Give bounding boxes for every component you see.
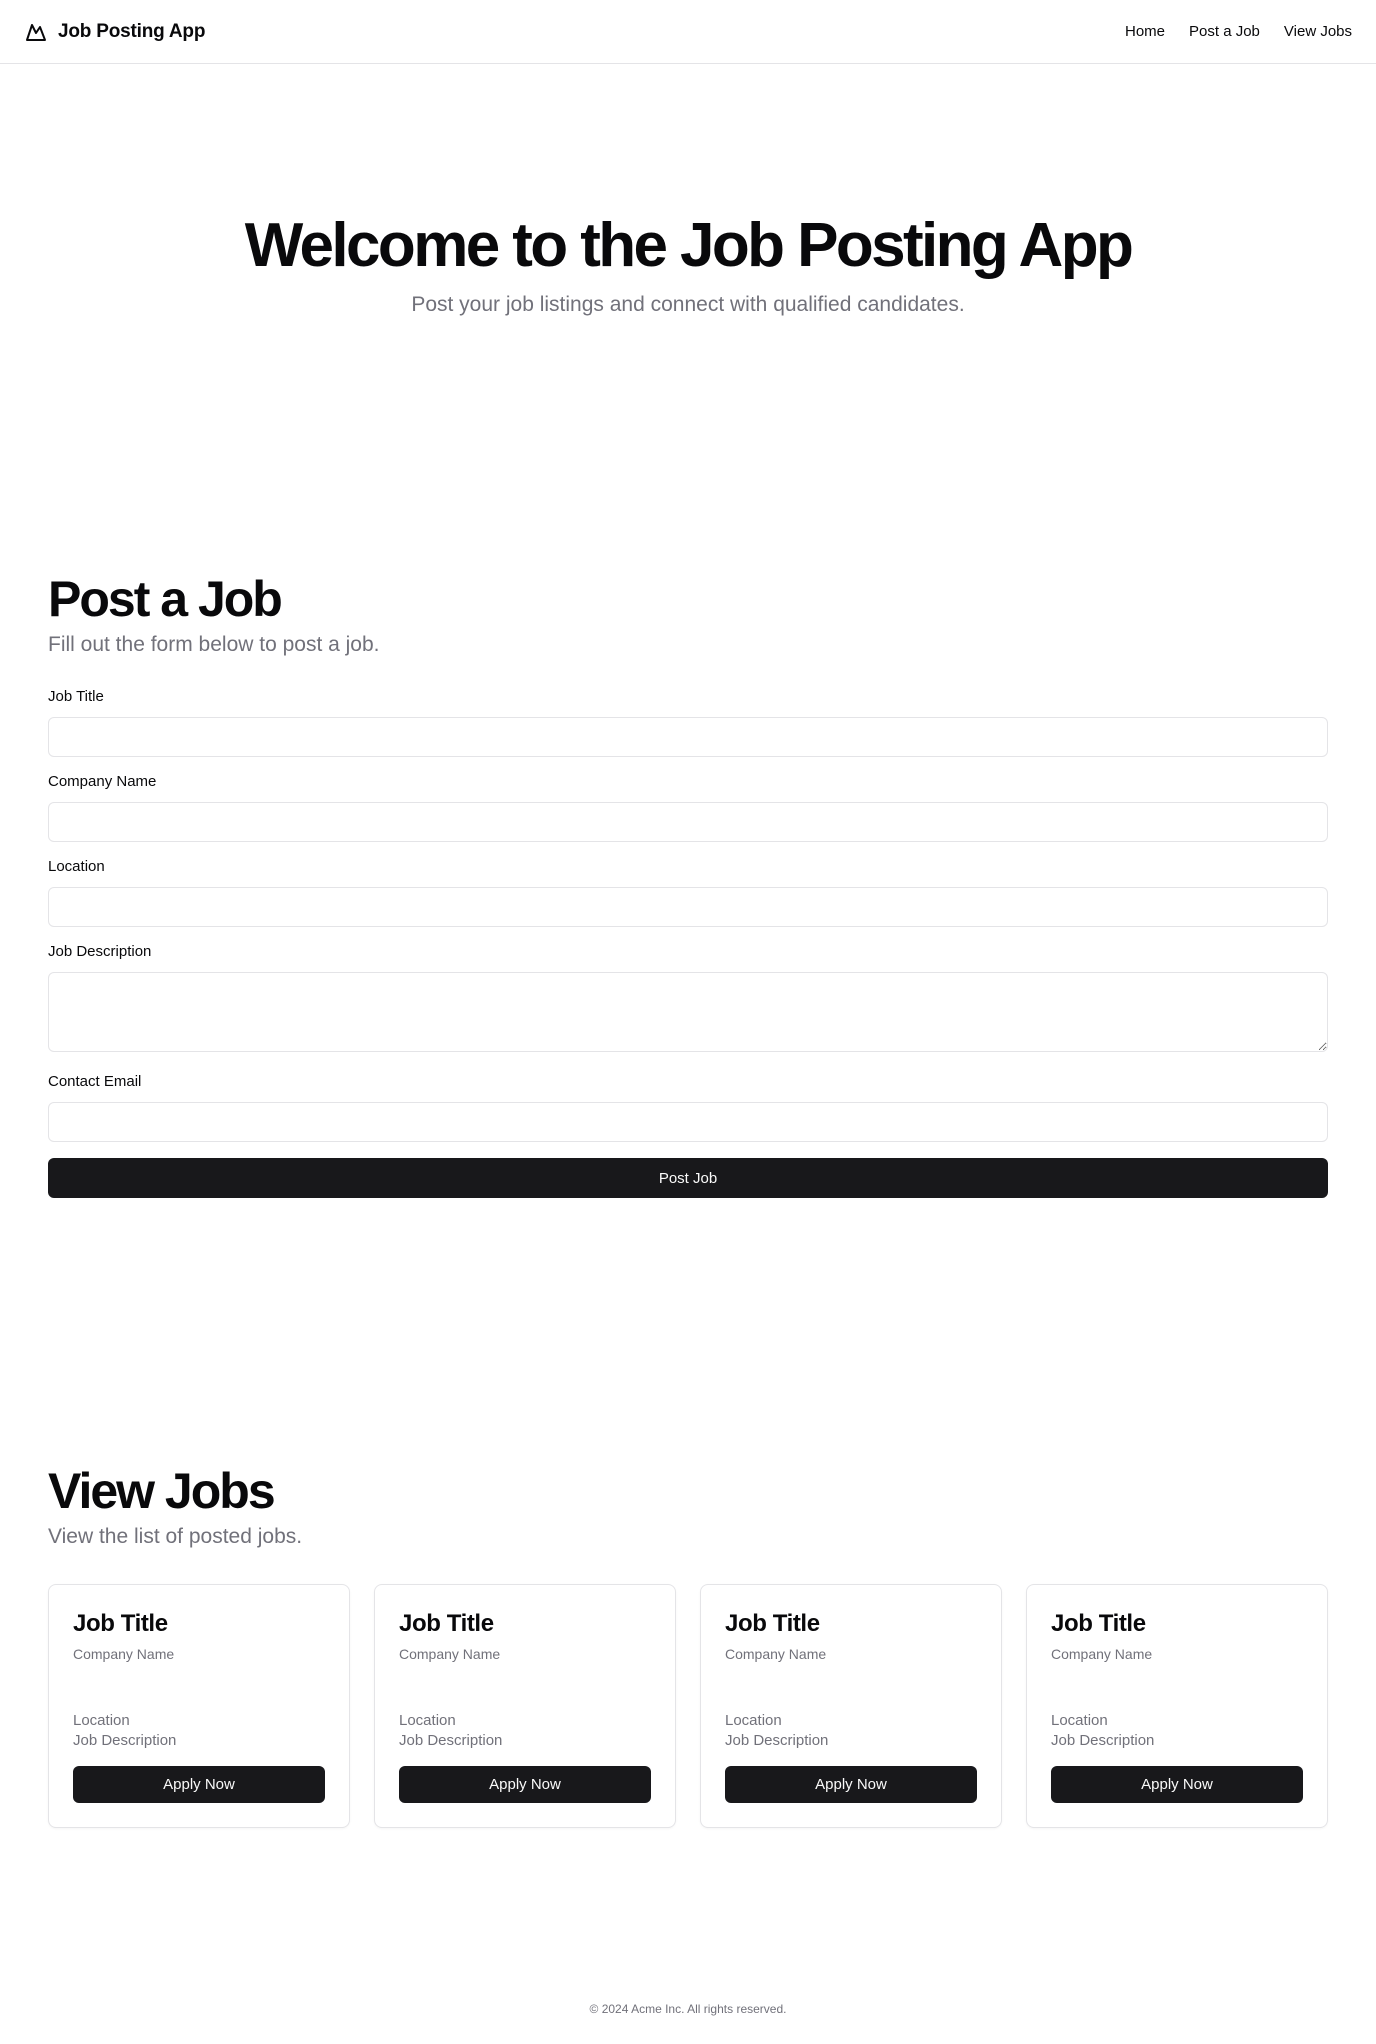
job-card-title: Job Title bbox=[725, 1610, 820, 1637]
job-description-textarea[interactable] bbox=[48, 972, 1328, 1052]
job-card-location: Location bbox=[1051, 1712, 1108, 1729]
job-card-title: Job Title bbox=[1051, 1610, 1146, 1637]
post-job-form: Job Title Company Name Location Job Desc… bbox=[48, 688, 1328, 1198]
company-name-label: Company Name bbox=[48, 773, 157, 790]
apply-now-button[interactable]: Apply Now bbox=[399, 1766, 651, 1803]
job-title-label: Job Title bbox=[48, 688, 104, 705]
post-job-section: Post a Job Fill out the form below to po… bbox=[48, 568, 1328, 1198]
brand-link[interactable]: Job Posting App bbox=[24, 20, 205, 44]
job-description-field-group: Job Description bbox=[48, 943, 1328, 1057]
view-jobs-subtitle: View the list of posted jobs. bbox=[48, 1525, 303, 1548]
job-card-company: Company Name bbox=[73, 1646, 175, 1662]
job-card-location: Location bbox=[73, 1712, 130, 1729]
company-name-input[interactable] bbox=[48, 802, 1328, 842]
job-card-description: Job Description bbox=[1051, 1732, 1155, 1749]
location-input[interactable] bbox=[48, 887, 1328, 927]
job-card-description: Job Description bbox=[725, 1732, 829, 1749]
view-jobs-section: View Jobs View the list of posted jobs. … bbox=[48, 1460, 1328, 1828]
job-title-field-group: Job Title bbox=[48, 688, 1328, 757]
location-field-group: Location bbox=[48, 858, 1328, 927]
apply-now-button[interactable]: Apply Now bbox=[73, 1766, 325, 1803]
view-jobs-title: View Jobs bbox=[48, 1463, 276, 1519]
job-card: Job Title Company Name Location Job Desc… bbox=[48, 1584, 350, 1828]
contact-email-field-group: Contact Email bbox=[48, 1073, 1328, 1142]
company-name-field-group: Company Name bbox=[48, 773, 1328, 842]
job-card-title: Job Title bbox=[73, 1610, 168, 1637]
job-card-description: Job Description bbox=[399, 1732, 503, 1749]
footer-copyright: © 2024 Acme Inc. All rights reserved. bbox=[589, 2002, 787, 2016]
job-card-company: Company Name bbox=[725, 1646, 827, 1662]
job-description-label: Job Description bbox=[48, 943, 152, 960]
apply-now-button[interactable]: Apply Now bbox=[1051, 1766, 1303, 1803]
hero-section: Welcome to the Job Posting App Post your… bbox=[0, 210, 1376, 320]
job-title-input[interactable] bbox=[48, 717, 1328, 757]
footer: © 2024 Acme Inc. All rights reserved. bbox=[0, 2002, 1376, 2016]
job-card-description: Job Description bbox=[73, 1732, 177, 1749]
job-card: Job Title Company Name Location Job Desc… bbox=[1026, 1584, 1328, 1828]
nav-view-jobs-link[interactable]: View Jobs bbox=[1284, 23, 1352, 40]
top-header: Job Posting App Home Post a Job View Job… bbox=[0, 0, 1376, 64]
job-card: Job Title Company Name Location Job Desc… bbox=[700, 1584, 1002, 1828]
mountain-icon bbox=[24, 20, 48, 44]
hero-title: Welcome to the Job Posting App bbox=[244, 211, 1134, 280]
job-card-title: Job Title bbox=[399, 1610, 494, 1637]
post-job-title: Post a Job bbox=[48, 571, 283, 627]
jobs-grid: Job Title Company Name Location Job Desc… bbox=[48, 1584, 1328, 1828]
contact-email-label: Contact Email bbox=[48, 1073, 142, 1090]
job-card-company: Company Name bbox=[1051, 1646, 1153, 1662]
nav-post-job-link[interactable]: Post a Job bbox=[1189, 23, 1260, 40]
job-card-location: Location bbox=[725, 1712, 782, 1729]
location-label: Location bbox=[48, 858, 105, 875]
job-card-location: Location bbox=[399, 1712, 456, 1729]
post-job-subtitle: Fill out the form below to post a job. bbox=[48, 633, 380, 656]
job-card: Job Title Company Name Location Job Desc… bbox=[374, 1584, 676, 1828]
hero-subtitle: Post your job listings and connect with … bbox=[411, 293, 965, 316]
contact-email-input[interactable] bbox=[48, 1102, 1328, 1142]
brand-name: Job Posting App bbox=[58, 20, 206, 42]
apply-now-button[interactable]: Apply Now bbox=[725, 1766, 977, 1803]
nav-home-link[interactable]: Home bbox=[1125, 23, 1165, 40]
main-nav: Home Post a Job View Jobs bbox=[1125, 23, 1352, 40]
job-card-company: Company Name bbox=[399, 1646, 501, 1662]
post-job-button[interactable]: Post Job bbox=[48, 1158, 1328, 1198]
